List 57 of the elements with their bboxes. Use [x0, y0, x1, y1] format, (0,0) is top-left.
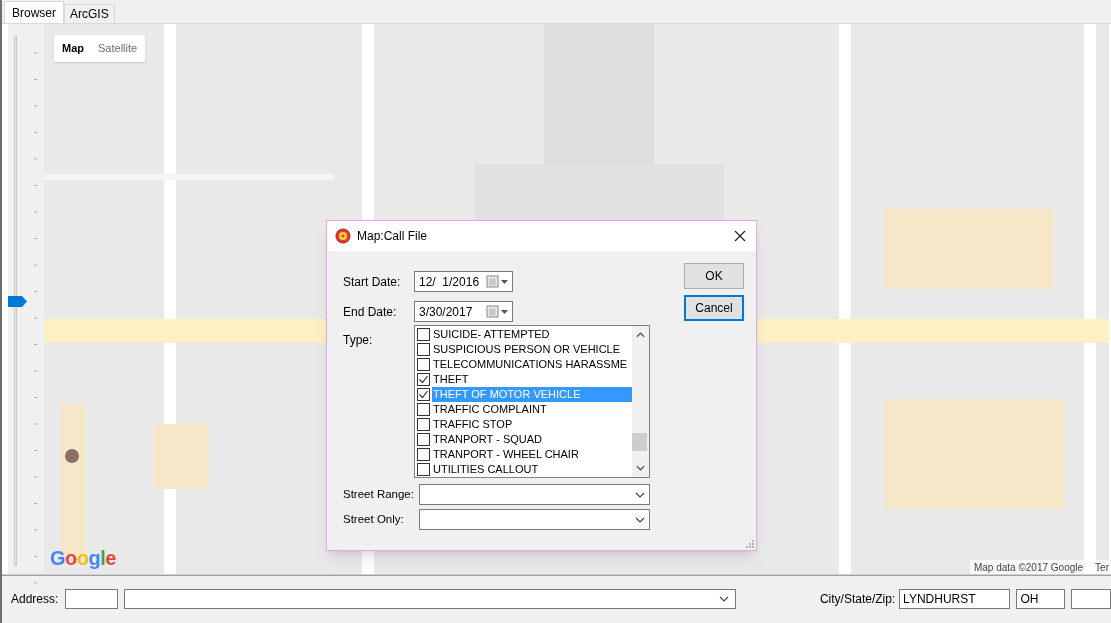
field-label: Street Range: — [343, 486, 415, 502]
type-list[interactable]: SUICIDE- ATTEMPTED SUSPICIOUS PERSON OR VEHICLE TELECOMMUNICATIONS HARASSME THEFT THEFT OF MOTOR VEHICLE TRAFFIC COMPLAINT TRAFFIC STOP TRANPORT - SQUAD TRANPORT - WHEEL CHAIR UTILITIES CALLOUT — [414, 325, 650, 478]
street-combo[interactable] — [419, 484, 650, 505]
list-item[interactable]: SUSPICIOUS PERSON OR VEHICLE — [432, 342, 621, 357]
input-field[interactable]: OH — [1016, 588, 1065, 609]
window-title: Map:Call File — [357, 228, 429, 245]
field-label: Street Only: — [343, 511, 405, 527]
list-item[interactable]: TRAFFIC STOP — [432, 417, 513, 432]
list-item[interactable]: THEFT — [432, 372, 469, 387]
list-item[interactable]: SUICIDE- ATTEMPTED — [432, 327, 550, 342]
date-picker[interactable]: 3/30/2017 — [414, 301, 513, 322]
checkbox[interactable] — [417, 418, 430, 431]
checkbox[interactable] — [417, 448, 430, 461]
field-label: City/State/Zip: — [819, 590, 897, 608]
street-combo[interactable] — [419, 509, 650, 530]
date-picker[interactable]: 12/ 1/2016 — [414, 271, 513, 292]
checkbox[interactable] — [417, 433, 430, 446]
checkbox[interactable] — [417, 373, 430, 386]
calendar-dropdown-icon — [486, 275, 510, 288]
tab[interactable]: Browser — [4, 1, 64, 23]
address-combo[interactable] — [124, 588, 736, 609]
checkbox[interactable] — [417, 328, 430, 341]
chevron-down-icon — [635, 491, 645, 498]
field-label: Type: — [343, 332, 374, 349]
chevron-down-icon — [718, 595, 729, 602]
input-field[interactable]: LYNDHURST — [899, 588, 1011, 609]
input-field[interactable] — [1071, 588, 1111, 609]
map-type-button[interactable]: Satellite — [98, 40, 138, 57]
list-item[interactable]: TRANPORT - SQUAD — [432, 432, 542, 447]
scroll-thumb[interactable] — [632, 433, 647, 451]
list-item[interactable]: UTILITIES CALLOUT — [432, 462, 539, 477]
scrollbar[interactable] — [632, 326, 649, 477]
checkbox[interactable] — [417, 358, 430, 371]
checkbox[interactable] — [417, 403, 430, 416]
logo: Google — [50, 548, 116, 568]
resize-grip-icon — [746, 540, 754, 548]
list-item[interactable]: TRANPORT - WHEEL CHAIR — [432, 447, 579, 462]
field-label: Start Date: — [343, 273, 402, 291]
dialog-button[interactable]: Cancel — [684, 295, 744, 321]
app-icon — [335, 228, 351, 244]
slider-thumb[interactable] — [8, 295, 27, 307]
dialog-button[interactable]: OK — [684, 263, 744, 289]
scroll-up-icon[interactable] — [636, 332, 645, 338]
calendar-dropdown-icon — [486, 305, 510, 318]
chevron-down-icon — [635, 516, 645, 523]
map-type-button[interactable]: Map — [62, 40, 84, 57]
checkbox[interactable] — [417, 343, 430, 356]
field-label: End Date: — [343, 303, 398, 321]
checkbox[interactable] — [417, 463, 430, 476]
field-label: Address: — [11, 590, 60, 608]
scroll-down-icon[interactable] — [636, 465, 645, 471]
input-field[interactable] — [65, 588, 119, 609]
checkbox[interactable] — [417, 388, 430, 401]
list-item[interactable]: TRAFFIC COMPLAINT — [432, 402, 547, 417]
tab[interactable]: ArcGIS — [64, 4, 115, 23]
close-icon[interactable] — [734, 230, 746, 242]
list-item[interactable]: TELECOMMUNICATIONS HARASSME — [432, 357, 628, 372]
